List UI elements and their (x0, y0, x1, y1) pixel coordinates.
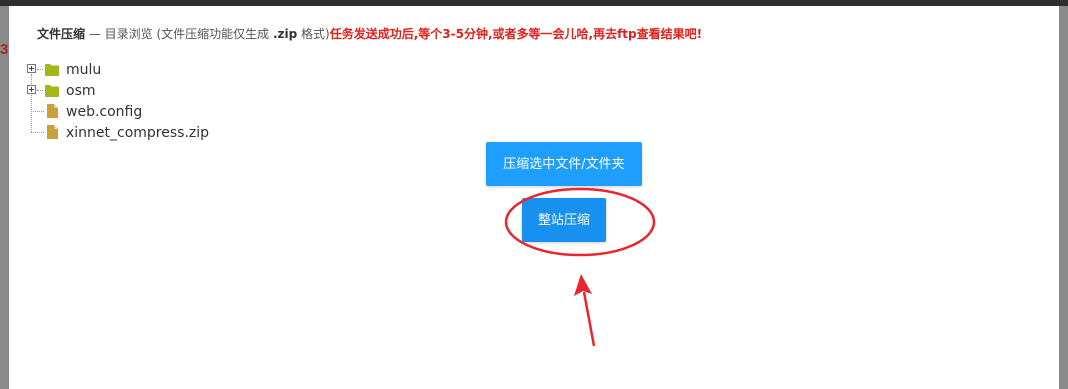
tree-connector-h (37, 69, 43, 70)
file-icon (47, 104, 58, 118)
expand-icon[interactable] (27, 64, 36, 73)
dialog-header: 文件压缩 — 目录浏览 (文件压缩功能仅生成 .zip 格式)任务发送成功后,等… (37, 25, 702, 43)
tree-connector-h (31, 111, 44, 112)
tree-connector-h (31, 132, 44, 133)
folder-icon (45, 64, 59, 76)
dialog-subtitle: — 目录浏览 (文件压缩功能仅生成 (85, 27, 273, 41)
tree-item-label[interactable]: web.config (66, 102, 142, 122)
compress-selected-button[interactable]: 压缩选中文件/文件夹 (486, 142, 642, 186)
expand-icon[interactable] (27, 85, 36, 94)
dialog-title: 文件压缩 (37, 27, 86, 41)
tree-connector-h (37, 90, 43, 91)
tree-item-label[interactable]: mulu (66, 60, 101, 80)
task-warning: 任务发送成功后,等个3-5分钟,或者多等一会儿哈,再去ftp查看结果吧! (329, 27, 703, 41)
zip-format-label: .zip (272, 27, 298, 41)
dialog-subtitle-end: 格式) (297, 27, 330, 41)
tree-item-label[interactable]: osm (66, 81, 96, 101)
tree-connector (31, 74, 32, 132)
folder-icon (45, 85, 59, 97)
compress-dialog: 文件压缩 — 目录浏览 (文件压缩功能仅生成 .zip 格式)任务发送成功后,等… (9, 6, 1059, 389)
background-overlay-right (1059, 6, 1068, 389)
background-text-fragment: 3 (0, 41, 9, 58)
compress-site-button[interactable]: 整站压缩 (522, 198, 606, 242)
file-icon (47, 125, 58, 139)
tree-item-label[interactable]: xinnet_compress.zip (66, 123, 209, 143)
background-overlay-left (0, 6, 9, 389)
